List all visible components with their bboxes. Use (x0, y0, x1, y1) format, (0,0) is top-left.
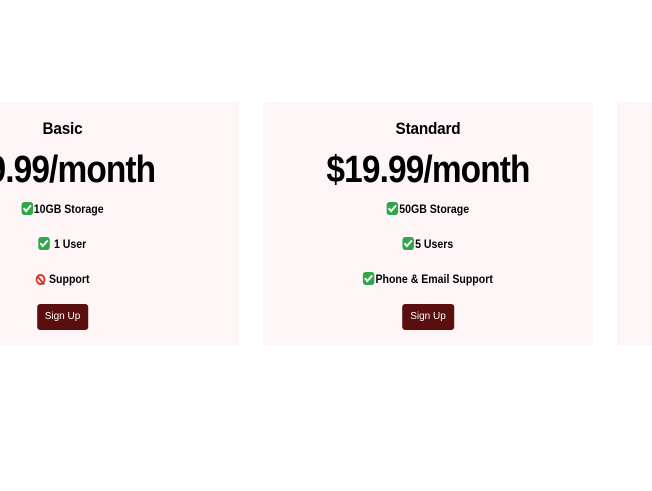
check-icon (402, 237, 415, 250)
feature-item: 50GB Storage (283, 202, 573, 216)
feature-item: 1 User (0, 237, 218, 251)
plan-title: Standard (395, 119, 461, 138)
feature-label: Phone & Email Support (375, 272, 493, 286)
feature-label: 5 Users (415, 237, 454, 251)
feature-item: Phone & Email Support (283, 272, 573, 286)
feature-label: 50GB Storage (399, 202, 470, 216)
feature-item: 5 Users (283, 237, 573, 251)
feature-label: Support (49, 272, 90, 286)
check-icon (21, 202, 33, 215)
pricing-card-basic: Basic $9.99/month 10GB Storage 1 User Su… (0, 102, 239, 345)
check-icon (38, 237, 51, 250)
pricing-page: Basic $9.99/month 10GB Storage 1 User Su… (0, 0, 652, 491)
check-icon (386, 202, 399, 215)
sign-up-button[interactable]: Sign Up (402, 304, 454, 330)
plan-price: $9.99/month (0, 149, 156, 191)
pricing-card-partial (617, 102, 652, 345)
feature-label: 10GB Storage (33, 202, 104, 216)
feature-item: Support (0, 272, 218, 286)
plan-price: $19.99/month (326, 149, 530, 191)
sign-up-button[interactable]: Sign Up (36, 304, 89, 330)
feature-item: 10GB Storage (0, 202, 218, 216)
plan-title: Basic (42, 119, 83, 138)
pricing-card-standard: Standard $19.99/month 50GB Storage 5 Use… (263, 102, 593, 345)
prohibited-icon (35, 274, 46, 285)
check-icon (363, 272, 375, 285)
feature-label: 1 User (53, 237, 87, 251)
